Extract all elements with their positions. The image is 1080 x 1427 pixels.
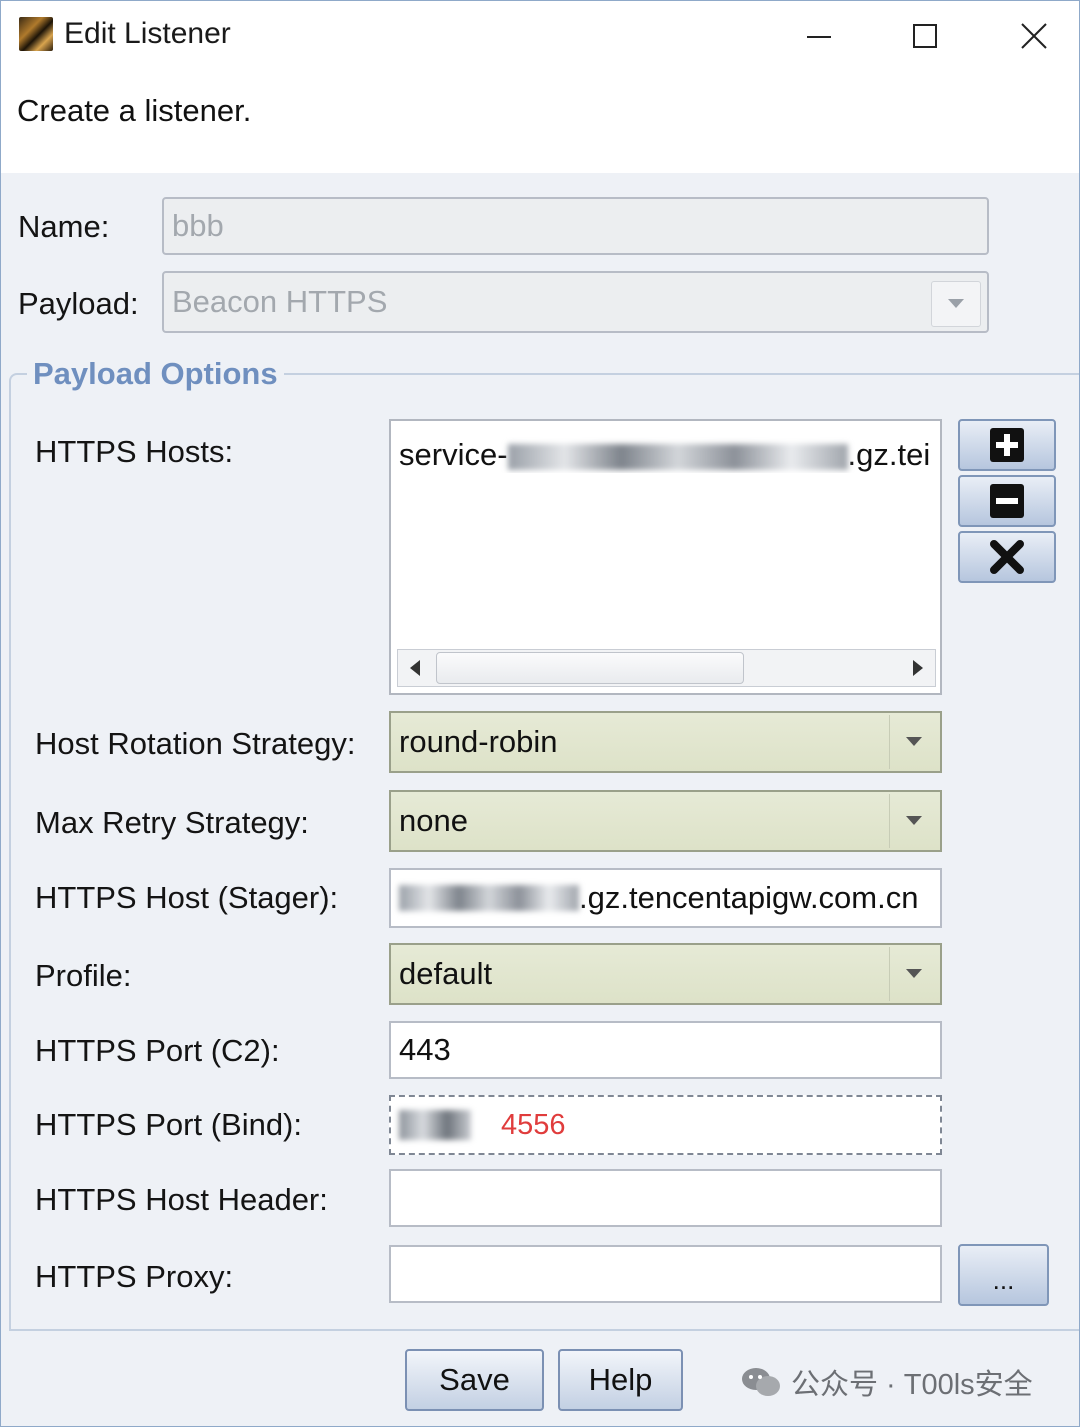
payload-value: Beacon HTTPS: [172, 284, 388, 319]
https-host-header-input[interactable]: [389, 1169, 942, 1227]
chevron-down-icon: [906, 737, 922, 746]
minimize-icon: [807, 36, 831, 38]
chevron-down-icon: [906, 969, 922, 978]
description-area: Create a listener.: [1, 71, 1079, 173]
horizontal-scrollbar[interactable]: [397, 649, 936, 687]
https-port-bind-label: HTTPS Port (Bind):: [35, 1107, 302, 1142]
x-icon: [990, 540, 1024, 574]
profile-dropdown-button[interactable]: [889, 947, 938, 1001]
proxy-config-button[interactable]: ...: [958, 1244, 1049, 1306]
watermark-text: 公众号 · T00ls安全: [791, 1369, 1033, 1401]
host-rotation-label: Host Rotation Strategy:: [35, 726, 356, 761]
maximize-button[interactable]: [895, 11, 955, 61]
https-proxy-label: HTTPS Proxy:: [35, 1259, 234, 1294]
plus-icon: [990, 428, 1024, 462]
watermark: 公众号 · T00ls安全: [741, 1361, 1033, 1403]
clear-hosts-button[interactable]: [958, 531, 1056, 583]
redacted-hostname: [399, 885, 579, 911]
host-rotation-value: round-robin: [399, 724, 558, 759]
close-button[interactable]: [1004, 11, 1064, 61]
max-retry-value: none: [399, 803, 468, 838]
scroll-left-button[interactable]: [398, 650, 432, 686]
save-button[interactable]: Save: [405, 1349, 544, 1411]
window-title: Edit Listener: [64, 17, 231, 50]
arrow-right-icon: [913, 660, 923, 676]
payload-label: Payload:: [18, 286, 139, 321]
https-host-stager-input[interactable]: .gz.tencentapigw.com.cn: [389, 868, 942, 928]
edit-listener-window: Edit Listener Create a listener. Name: b…: [0, 0, 1080, 1427]
close-icon: [1021, 23, 1047, 49]
app-icon: [19, 17, 53, 51]
name-value: bbb: [172, 208, 224, 243]
payload-select[interactable]: Beacon HTTPS: [162, 271, 989, 333]
name-field[interactable]: bbb: [162, 197, 989, 255]
redacted-hostname: [507, 443, 848, 470]
profile-label: Profile:: [35, 958, 132, 993]
max-retry-select[interactable]: none: [389, 790, 942, 852]
https-host-stager-value: .gz.tencentapigw.com.cn: [579, 880, 919, 915]
https-proxy-input[interactable]: [389, 1245, 942, 1303]
chevron-down-icon: [906, 816, 922, 825]
https-port-bind-input[interactable]: 4556: [389, 1095, 942, 1155]
scroll-right-button[interactable]: [901, 650, 935, 686]
https-port-c2-input[interactable]: 443: [389, 1021, 942, 1079]
description-text: Create a listener.: [17, 93, 252, 128]
https-hosts-list[interactable]: service- .gz.tei: [389, 419, 942, 695]
maximize-icon: [913, 24, 937, 48]
add-host-button[interactable]: [958, 419, 1056, 471]
chevron-down-icon: [948, 299, 964, 308]
payload-options-title: Payload Options: [27, 356, 284, 392]
https-host-header-label: HTTPS Host Header:: [35, 1182, 328, 1217]
host-rotation-select[interactable]: round-robin: [389, 711, 942, 773]
title-bar: Edit Listener: [1, 1, 1079, 71]
max-retry-label: Max Retry Strategy:: [35, 805, 309, 840]
wechat-icon: [742, 1368, 780, 1396]
list-item[interactable]: service- .gz.tei: [399, 437, 929, 473]
scrollbar-thumb[interactable]: [436, 652, 744, 684]
https-hosts-label: HTTPS Hosts:: [35, 434, 234, 469]
arrow-left-icon: [410, 660, 420, 676]
https-port-c2-label: HTTPS Port (C2):: [35, 1033, 280, 1068]
minus-icon: [990, 484, 1024, 518]
port-annotation: 4556: [501, 1108, 566, 1141]
https-port-c2-value: 443: [399, 1032, 451, 1067]
remove-host-button[interactable]: [958, 475, 1056, 527]
payload-dropdown-button[interactable]: [931, 281, 981, 327]
redacted-port: [399, 1110, 471, 1140]
https-host-stager-label: HTTPS Host (Stager):: [35, 880, 339, 915]
profile-value: default: [399, 956, 493, 991]
profile-select[interactable]: default: [389, 943, 942, 1005]
help-button[interactable]: Help: [558, 1349, 683, 1411]
host-rotation-dropdown-button[interactable]: [889, 715, 938, 769]
name-label: Name:: [18, 209, 110, 244]
minimize-button[interactable]: [789, 11, 849, 61]
max-retry-dropdown-button[interactable]: [889, 794, 938, 848]
